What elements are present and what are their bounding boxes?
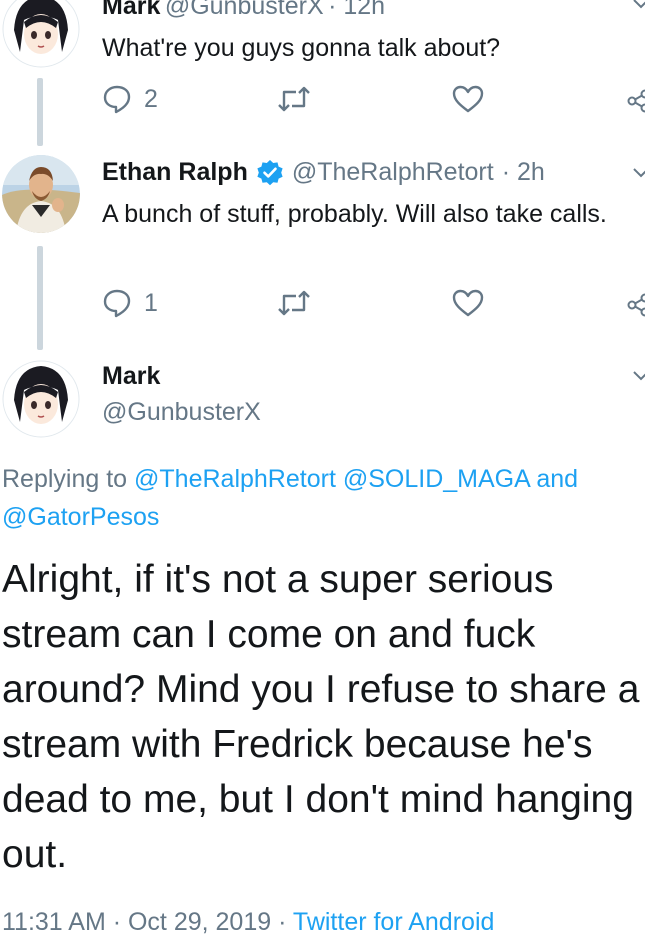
replying-prefix: Replying to [2, 465, 127, 493]
thread-line [37, 78, 43, 146]
author-name[interactable]: Mark [102, 362, 160, 391]
share-button[interactable] [626, 292, 645, 318]
main-tweet-text: Alright, if it's not a super serious str… [2, 552, 645, 882]
verified-badge-icon [256, 159, 284, 187]
chevron-down-icon[interactable] [631, 0, 645, 14]
like-button[interactable] [452, 288, 484, 318]
share-button[interactable] [626, 88, 645, 114]
share-icon [626, 88, 645, 114]
retweet-button[interactable] [276, 288, 312, 318]
thread-line [37, 246, 43, 350]
like-button[interactable] [452, 84, 484, 114]
tweet-source[interactable]: Twitter for Android [293, 908, 494, 936]
share-icon [626, 292, 645, 318]
reply-button[interactable]: 2 [102, 84, 158, 114]
replying-to: Replying to @TheRalphRetort @SOLID_MAGA … [2, 460, 642, 536]
mention-theralphretort[interactable]: @TheRalphRetort [134, 465, 336, 493]
reply-count: 2 [144, 85, 158, 114]
avatar-ethan-ralph[interactable] [2, 155, 80, 233]
author-handle[interactable]: @GunbusterX [102, 398, 261, 427]
author-name[interactable]: Ethan Ralph [102, 158, 248, 187]
like-icon [452, 84, 484, 114]
tweet-text: A bunch of stuff, probably. Will also ta… [102, 196, 612, 232]
reply-count: 1 [144, 289, 158, 318]
mention-gatorpesos[interactable]: @GatorPesos [2, 503, 159, 531]
reply-button[interactable]: 1 [102, 288, 158, 318]
retweet-icon [276, 84, 312, 114]
tweet-text: What're you guys gonna talk about? [102, 30, 500, 66]
avatar-mark[interactable] [2, 360, 80, 438]
replying-and[interactable]: and [536, 465, 578, 493]
chevron-down-icon[interactable] [631, 366, 645, 386]
author-handle[interactable]: @GunbusterX [165, 0, 324, 20]
reply-icon [102, 84, 132, 114]
like-icon [452, 288, 484, 318]
avatar-mark[interactable] [2, 0, 80, 68]
mention-solid-maga[interactable]: @SOLID_MAGA [343, 465, 530, 493]
author-handle[interactable]: @TheRalphRetort [292, 158, 494, 187]
tweet-time[interactable]: · 2h [502, 158, 545, 187]
tweet-footer: 11:31 AM · Oct 29, 2019 · Twitter for An… [2, 908, 494, 937]
retweet-button[interactable] [276, 84, 312, 114]
author-name[interactable]: Mark [102, 0, 160, 20]
tweet-timestamp[interactable]: 11:31 AM · Oct 29, 2019 · [2, 908, 286, 936]
tweet-time[interactable]: · 12h [328, 0, 385, 20]
retweet-icon [276, 288, 312, 318]
reply-icon [102, 288, 132, 318]
chevron-down-icon[interactable] [631, 163, 645, 183]
